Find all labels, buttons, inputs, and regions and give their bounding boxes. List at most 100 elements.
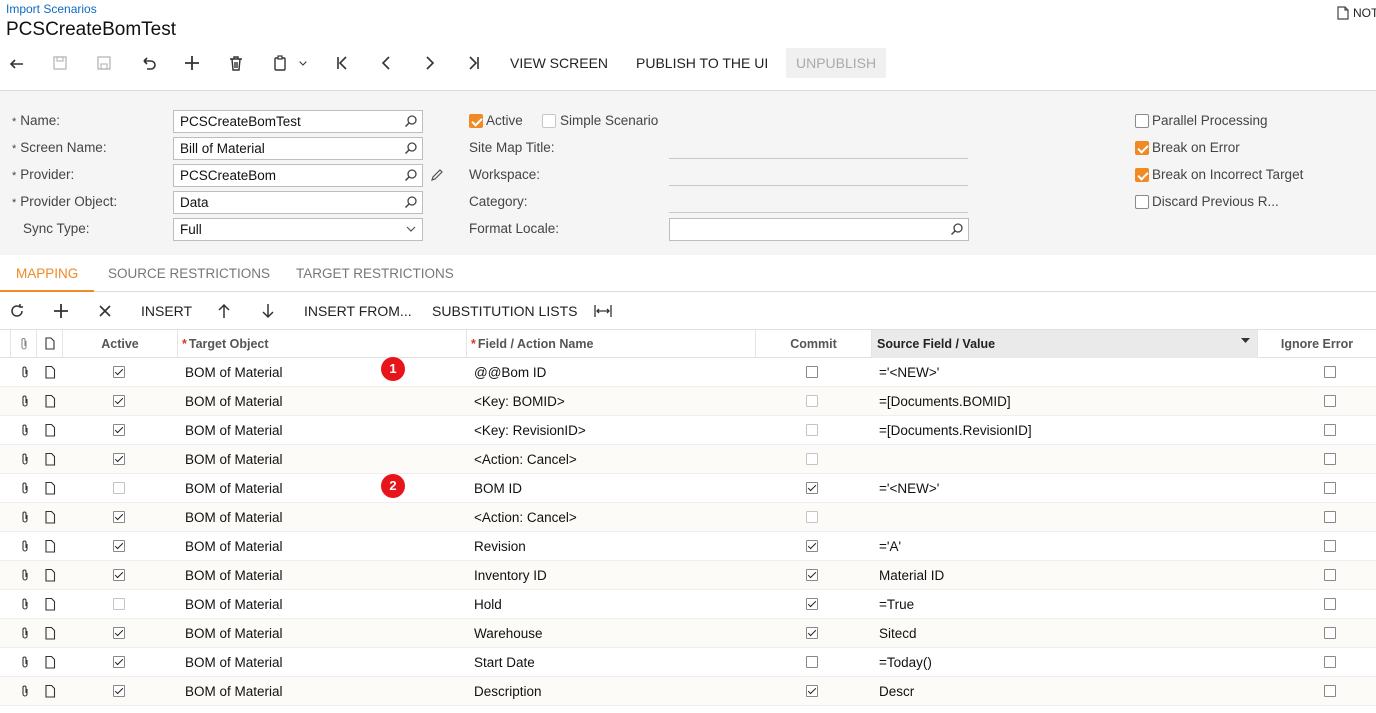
table-row[interactable]: BOM of Material Inventory ID Material ID [0,561,1376,590]
row-active-checkbox[interactable] [113,366,125,378]
category-field[interactable] [669,193,968,213]
paperclip-icon[interactable] [18,510,32,524]
row-field-action[interactable]: <Action: Cancel> [474,503,577,532]
row-source-field[interactable]: =Today() [879,648,932,677]
row-active-checkbox[interactable] [113,569,125,581]
note-icon[interactable] [43,568,57,582]
back-icon[interactable] [2,48,32,78]
table-row[interactable]: BOM of Material Description Descr [0,677,1376,706]
row-ignore-error-checkbox[interactable] [1324,453,1336,465]
tab-mapping[interactable]: MAPPING [0,256,95,292]
note-icon[interactable] [43,394,57,408]
row-commit-checkbox[interactable] [806,627,818,639]
row-active-checkbox[interactable] [113,453,125,465]
format-locale-field[interactable] [669,218,969,241]
row-target-object[interactable]: BOM of Material [185,416,283,445]
note-icon[interactable] [43,452,57,466]
row-active-checkbox[interactable] [113,627,125,639]
breadcrumb[interactable]: Import Scenarios [6,2,97,16]
row-field-action[interactable]: <Key: BOMID> [474,387,565,416]
row-source-field[interactable]: Sitecd [879,619,917,648]
discard-previous-checkbox[interactable] [1135,195,1149,209]
parallel-processing-checkbox[interactable] [1135,114,1149,128]
table-row[interactable]: BOM of Material <Key: BOMID> =[Documents.B… [0,387,1376,416]
row-commit-checkbox[interactable] [806,540,818,552]
row-target-object[interactable]: BOM of Material [185,503,283,532]
note-icon[interactable] [43,539,57,553]
name-field[interactable]: PCSCreateBomTest [173,110,423,133]
row-commit-checkbox[interactable] [806,366,818,378]
active-checkbox[interactable] [469,114,483,128]
add-row-icon[interactable] [50,300,72,322]
paperclip-icon[interactable] [18,684,32,698]
move-up-icon[interactable] [213,300,235,322]
paperclip-icon[interactable] [18,655,32,669]
next-record-icon[interactable] [415,48,445,78]
table-row[interactable]: BOM of Material <Action: Cancel> [0,445,1376,474]
first-record-icon[interactable] [327,48,357,78]
row-target-object[interactable]: BOM of Material [185,358,283,387]
col-commit[interactable]: Commit [755,330,871,358]
view-screen-button[interactable]: VIEW SCREEN [510,48,608,78]
break-on-incorrect-target-checkbox[interactable] [1135,168,1149,182]
row-ignore-error-checkbox[interactable] [1324,685,1336,697]
row-source-field[interactable]: Material ID [879,561,944,590]
simple-scenario-checkbox[interactable] [542,114,556,128]
col-field-action[interactable]: * Field / Action Name [466,330,755,358]
row-commit-checkbox[interactable] [806,685,818,697]
note-icon[interactable] [43,365,57,379]
note-icon[interactable] [43,510,57,524]
note-icon[interactable] [43,423,57,437]
fit-columns-icon[interactable] [592,300,614,322]
row-ignore-error-checkbox[interactable] [1324,511,1336,523]
add-icon[interactable] [177,48,207,78]
col-ignore-error[interactable]: Ignore Error [1257,330,1376,358]
paperclip-icon[interactable] [18,481,32,495]
tab-source-restrictions[interactable]: SOURCE RESTRICTIONS [92,256,286,292]
row-ignore-error-checkbox[interactable] [1324,569,1336,581]
table-row[interactable]: BOM of Material BOM ID ='<NEW>' [0,474,1376,503]
row-field-action[interactable]: <Action: Cancel> [474,445,577,474]
row-target-object[interactable]: BOM of Material [185,387,283,416]
paperclip-icon[interactable] [18,452,32,466]
row-field-action[interactable]: Description [474,677,542,706]
row-commit-checkbox[interactable] [806,656,818,668]
paperclip-icon[interactable] [18,394,32,408]
delete-icon[interactable] [221,48,251,78]
paperclip-icon[interactable] [18,365,32,379]
note-icon[interactable] [43,597,57,611]
row-active-checkbox[interactable] [113,656,125,668]
col-source-field[interactable]: Source Field / Value [871,330,1257,358]
col-active[interactable]: Active [62,330,177,358]
row-ignore-error-checkbox[interactable] [1324,656,1336,668]
row-ignore-error-checkbox[interactable] [1324,366,1336,378]
row-commit-checkbox[interactable] [806,598,818,610]
row-field-action[interactable]: Warehouse [474,619,543,648]
search-icon[interactable] [404,195,418,209]
row-active-checkbox[interactable] [113,598,125,610]
refresh-icon[interactable] [6,300,28,322]
paperclip-icon[interactable] [18,423,32,437]
note-icon[interactable] [43,626,57,640]
chevron-down-icon[interactable] [290,48,316,78]
undo-icon[interactable] [133,48,163,78]
provider-object-field[interactable]: Data [173,191,423,214]
paperclip-icon[interactable] [18,626,32,640]
row-active-checkbox[interactable] [113,540,125,552]
row-ignore-error-checkbox[interactable] [1324,482,1336,494]
row-active-checkbox[interactable] [113,482,125,494]
col-target-object[interactable]: * Target Object [177,330,466,358]
prev-record-icon[interactable] [371,48,401,78]
row-target-object[interactable]: BOM of Material [185,619,283,648]
screen-name-field[interactable]: Bill of Material [173,137,423,160]
workspace-field[interactable] [669,166,968,186]
row-commit-checkbox[interactable] [806,569,818,581]
row-target-object[interactable]: BOM of Material [185,445,283,474]
note-icon[interactable] [43,655,57,669]
substitution-lists-button[interactable]: SUBSTITUTION LISTS [432,293,577,329]
insert-button[interactable]: INSERT [141,293,192,329]
row-source-field[interactable]: ='A' [879,532,901,561]
tab-target-restrictions[interactable]: TARGET RESTRICTIONS [280,256,470,292]
row-ignore-error-checkbox[interactable] [1324,395,1336,407]
row-ignore-error-checkbox[interactable] [1324,598,1336,610]
